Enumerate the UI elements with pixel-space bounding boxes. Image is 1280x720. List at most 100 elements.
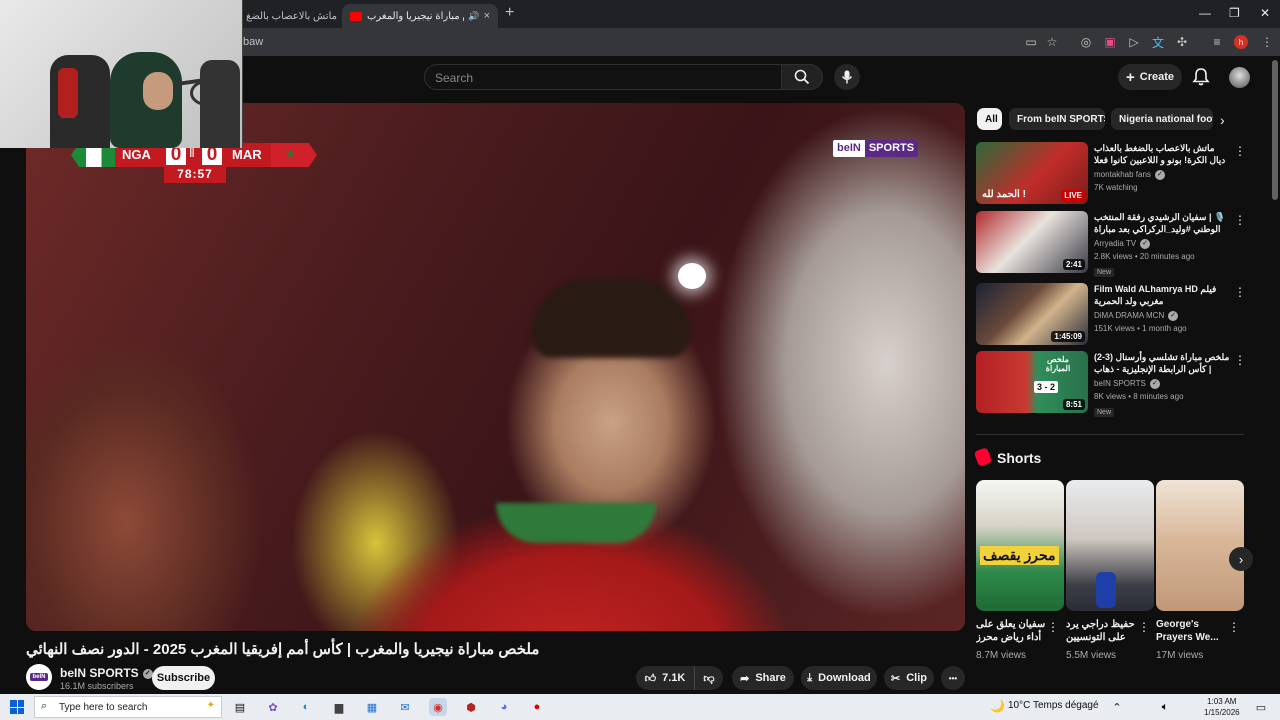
new-badge: New bbox=[1094, 268, 1115, 277]
edge-browser-icon[interactable]: ◐ bbox=[297, 698, 315, 716]
video-thumbnail[interactable]: 2:41 bbox=[976, 211, 1088, 273]
bookmark-star-icon[interactable]: ☆ bbox=[1045, 35, 1059, 49]
extension-play-icon[interactable]: ▷ bbox=[1127, 35, 1141, 49]
chip-from-channel[interactable]: From beIN SPORTS bbox=[1009, 108, 1105, 130]
chrome-browser-icon[interactable]: ◉ bbox=[429, 698, 447, 716]
kebab-menu-icon[interactable]: ⋮ bbox=[1138, 620, 1150, 634]
obs-record-icon[interactable]: ● bbox=[528, 698, 546, 716]
thumbnail-score: 3 - 2 bbox=[1034, 381, 1059, 393]
video-title: 🎙️ | سفيان الرشيدي رفقة المنتخب الوطني #… bbox=[1094, 212, 1226, 234]
account-avatar[interactable] bbox=[1229, 67, 1250, 88]
new-badge: New bbox=[1094, 408, 1115, 417]
notifications-bell-icon[interactable] bbox=[1191, 67, 1211, 87]
kebab-menu-icon[interactable]: ⋮ bbox=[1228, 620, 1240, 634]
kebab-menu-icon[interactable]: ⋮ bbox=[1234, 213, 1246, 227]
subscribe-button[interactable]: Subscribe bbox=[152, 666, 215, 690]
notification-center-icon[interactable]: ▭ bbox=[1252, 698, 1270, 716]
create-label: Create bbox=[1139, 71, 1174, 83]
extension-badge-icon[interactable]: ▣ bbox=[1103, 35, 1117, 49]
download-icon: ⤓ bbox=[807, 671, 813, 684]
video-thumbnail[interactable]: الحمد لله ! LIVE bbox=[976, 142, 1088, 204]
kebab-menu-icon[interactable]: ⋮ bbox=[1234, 285, 1246, 299]
short-thumbnail[interactable] bbox=[1066, 480, 1154, 611]
recommended-video[interactable]: الحمد لله ! LIVE ماتش بالاعصاب بالضغط با… bbox=[976, 142, 1246, 204]
volume-icon[interactable]: 🔈︎ bbox=[1156, 698, 1174, 716]
store-icon[interactable]: ▦ bbox=[363, 698, 381, 716]
close-tab-icon[interactable]: × bbox=[337, 10, 338, 22]
task-view-icon[interactable]: ▤ bbox=[231, 698, 249, 716]
close-tab-icon[interactable]: × bbox=[484, 10, 490, 22]
video-thumbnail[interactable]: ملخص المباراة 3 - 2 8:51 bbox=[976, 351, 1088, 413]
browser-tab-inactive[interactable]: ماتش بالاعصاب بالضغ × bbox=[238, 4, 338, 28]
search-button[interactable] bbox=[781, 64, 823, 90]
speaker-icon[interactable]: 🔊 bbox=[468, 11, 479, 22]
kebab-menu-icon[interactable]: ⋮ bbox=[1047, 620, 1059, 634]
shorts-next-button[interactable]: › bbox=[1229, 547, 1253, 571]
new-tab-button[interactable]: + bbox=[505, 4, 514, 22]
clip-button[interactable]: ✂ Clip bbox=[884, 666, 934, 690]
dislike-button[interactable]: 👎︎ bbox=[694, 666, 723, 690]
profile-avatar-icon[interactable]: h bbox=[1234, 35, 1248, 49]
home-team: NGA bbox=[122, 147, 151, 162]
page-scrollbar[interactable] bbox=[1272, 60, 1278, 200]
channel-name[interactable]: beIN SPORTS ✓ bbox=[60, 666, 153, 680]
cast-icon[interactable]: ▭ bbox=[1024, 35, 1038, 49]
duration-badge: 1:45:09 bbox=[1051, 331, 1085, 342]
channel-avatar[interactable]: beIN bbox=[26, 664, 52, 690]
plus-icon: + bbox=[1125, 68, 1135, 86]
recommended-video[interactable]: 2:41 🎙️ | سفيان الرشيدي رفقة المنتخب الو… bbox=[976, 211, 1246, 277]
chip-all[interactable]: All bbox=[977, 108, 1002, 130]
chip-nigeria[interactable]: Nigeria national footb bbox=[1111, 108, 1213, 130]
share-button[interactable]: ➦ Share bbox=[732, 666, 794, 690]
taskbar-search-input[interactable]: ⌕ Type here to search ✦ bbox=[34, 696, 222, 718]
video-title: ملخص مباراة نيجيريا والمغرب | كأس أمم إف… bbox=[26, 641, 540, 658]
browser-menu-icon[interactable]: ⋮ bbox=[1260, 35, 1274, 49]
extension-translate-icon[interactable]: 文 bbox=[1151, 35, 1165, 50]
create-button[interactable]: + Create bbox=[1118, 64, 1182, 90]
weather-text[interactable]: 10°C Temps dégagé bbox=[1008, 700, 1099, 711]
file-explorer-icon[interactable]: ▆ bbox=[330, 698, 348, 716]
tab-label: ماتش بالاعصاب بالضغ bbox=[246, 10, 337, 22]
system-clock[interactable]: 1:03 AM 1/15/2026 bbox=[1204, 696, 1240, 718]
kebab-menu-icon[interactable]: ⋮ bbox=[1234, 144, 1246, 158]
extension-glasses-icon[interactable]: ◎ bbox=[1079, 35, 1093, 49]
video-stats: 2.8K views • 20 minutes ago bbox=[1094, 252, 1195, 261]
video-title: Film Wald ALhamrya HD فيلم مغربي ولد الح… bbox=[1094, 284, 1217, 306]
app-icon[interactable]: ⬢ bbox=[462, 698, 480, 716]
download-button[interactable]: ⤓ Download bbox=[801, 666, 877, 690]
kebab-menu-icon[interactable]: ⋮ bbox=[1234, 353, 1246, 367]
url-text[interactable]: baw bbox=[243, 36, 263, 48]
video-thumbnail[interactable]: 1:45:09 bbox=[976, 283, 1088, 345]
sparkle-icon: ✦ bbox=[206, 700, 215, 711]
copilot-icon[interactable]: ✿ bbox=[264, 698, 282, 716]
windows-start-icon[interactable] bbox=[10, 700, 24, 714]
search-icon: ⌕ bbox=[41, 700, 48, 712]
extensions-puzzle-icon[interactable]: ✣ bbox=[1175, 35, 1189, 49]
recommended-video[interactable]: 1:45:09 Film Wald ALhamrya HD فيلم مغربي… bbox=[976, 283, 1246, 345]
video-stats: 7K watching bbox=[1094, 183, 1138, 192]
tab-label: ملخص مباراة نيجيريا والمغرب bbox=[367, 10, 464, 22]
duration-badge: 2:41 bbox=[1062, 259, 1085, 270]
close-window-icon[interactable]: ✕ bbox=[1260, 6, 1270, 20]
search-input[interactable]: Search bbox=[424, 64, 782, 90]
outlook-icon[interactable]: ✉ bbox=[396, 698, 414, 716]
browser-tab-active[interactable]: ملخص مباراة نيجيريا والمغرب 🔊 × bbox=[342, 4, 498, 28]
media-queue-icon[interactable]: ≡ bbox=[1210, 35, 1224, 49]
short-thumbnail[interactable] bbox=[1156, 480, 1244, 611]
more-actions-button[interactable]: ••• bbox=[941, 666, 965, 690]
recommended-video[interactable]: ملخص المباراة 3 - 2 8:51 ملخص مباراة تشل… bbox=[976, 351, 1246, 417]
away-team: MAR bbox=[232, 147, 262, 162]
short-thumbnail[interactable]: محرز يقصف bbox=[976, 480, 1064, 611]
like-button[interactable]: 👍︎ 7.1K bbox=[636, 666, 694, 690]
microphone-icon bbox=[841, 70, 853, 84]
video-title: ماتش بالاعصاب بالضغط بالعذاب ديال الكرة!… bbox=[1094, 143, 1226, 165]
windows-taskbar: ⌕ Type here to search ✦ ▤ ✿ ◐ ▆ ▦ ✉ ◉ ⬢ … bbox=[0, 694, 1280, 720]
chevron-right-icon[interactable]: › bbox=[1220, 112, 1225, 128]
channel-name: montakhab fans ✓ bbox=[1094, 170, 1232, 180]
verified-check-icon: ✓ bbox=[1149, 379, 1160, 389]
tray-chevron-icon[interactable]: ⌃ bbox=[1108, 698, 1126, 716]
voice-search-button[interactable] bbox=[834, 64, 860, 90]
restore-window-icon[interactable]: ❐ bbox=[1229, 6, 1240, 20]
discord-icon[interactable]: ◕ bbox=[495, 698, 513, 716]
minimize-window-icon[interactable]: — bbox=[1199, 6, 1211, 20]
